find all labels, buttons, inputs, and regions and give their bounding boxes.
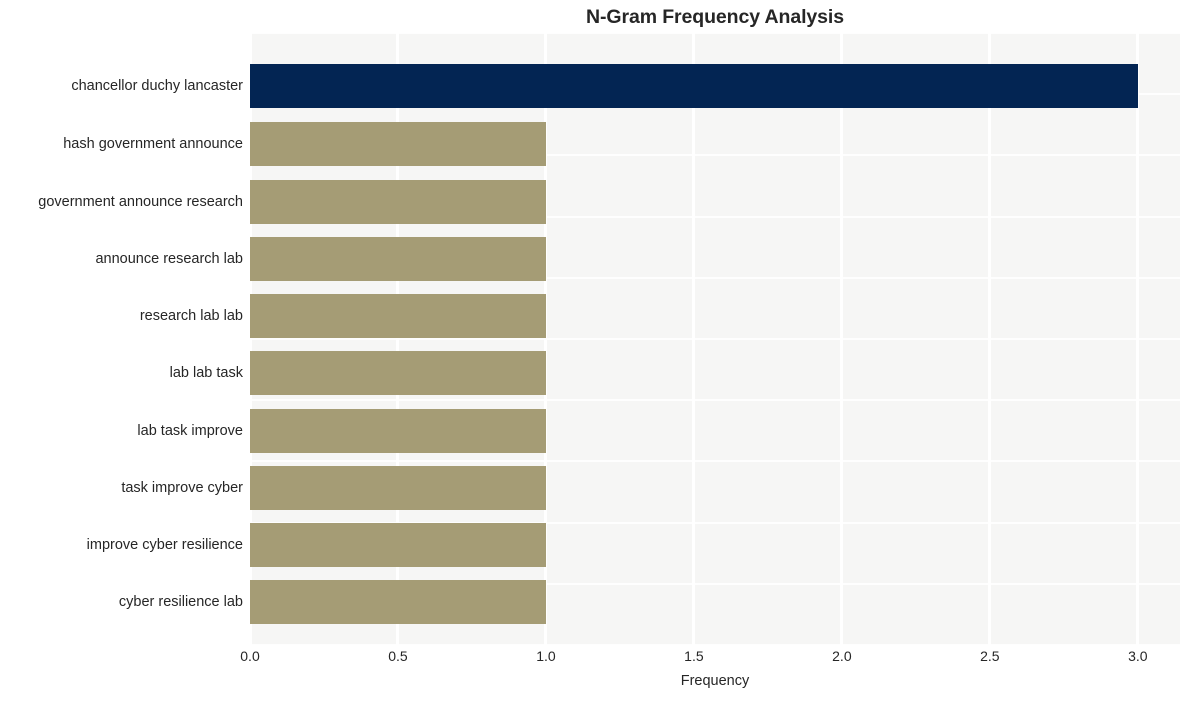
chart-title: N-Gram Frequency Analysis <box>586 6 844 28</box>
bar[interactable] <box>250 466 546 510</box>
x-axis-tick-label: 0.0 <box>240 648 260 664</box>
horizontal-gridline <box>250 32 1180 34</box>
x-axis-tick-label: 3.0 <box>1128 648 1148 664</box>
x-axis-tick-label: 0.5 <box>388 648 408 664</box>
y-axis-tick-label: research lab lab <box>139 308 243 324</box>
x-axis-tick-label: 2.0 <box>832 648 852 664</box>
bar[interactable] <box>250 351 546 395</box>
y-axis-tick-label: government announce research <box>38 194 243 210</box>
bar[interactable] <box>250 409 546 453</box>
x-axis-tick-label: 2.5 <box>980 648 1000 664</box>
bar[interactable] <box>250 64 1138 108</box>
horizontal-gridline <box>250 399 1180 402</box>
y-axis-tick-label: task improve cyber <box>121 480 243 496</box>
y-axis-tick-label: improve cyber resilience <box>86 537 243 553</box>
y-axis-tick-label: hash government announce <box>63 136 243 152</box>
x-axis-tick-label: 1.5 <box>684 648 704 664</box>
bar[interactable] <box>250 237 546 281</box>
x-axis-tick-labels: 0.0 0.5 1.0 1.5 2.0 2.5 3.0 <box>0 645 1189 671</box>
bar[interactable] <box>250 180 546 224</box>
x-axis-tick-label: 1.0 <box>536 648 556 664</box>
horizontal-gridline <box>250 338 1180 340</box>
chart-figure: N-Gram Frequency Analysis chancellor duc… <box>0 0 1189 701</box>
y-axis-tick-label: lab task improve <box>137 423 243 439</box>
y-axis-tick-label: lab lab task <box>169 365 243 381</box>
y-axis-tick-label: cyber resilience lab <box>118 594 243 610</box>
plot-area <box>248 32 1180 646</box>
y-axis-tick-label: chancellor duchy lancaster <box>71 78 243 94</box>
y-axis-tick-labels: chancellor duchy lancaster hash governmen… <box>0 33 243 645</box>
y-axis-tick-label: announce research lab <box>95 251 243 267</box>
bar[interactable] <box>250 122 546 166</box>
x-axis-title: Frequency <box>680 673 750 689</box>
horizontal-gridline <box>250 460 1180 463</box>
bar[interactable] <box>250 523 546 567</box>
bar[interactable] <box>250 294 546 338</box>
bar[interactable] <box>250 580 546 624</box>
